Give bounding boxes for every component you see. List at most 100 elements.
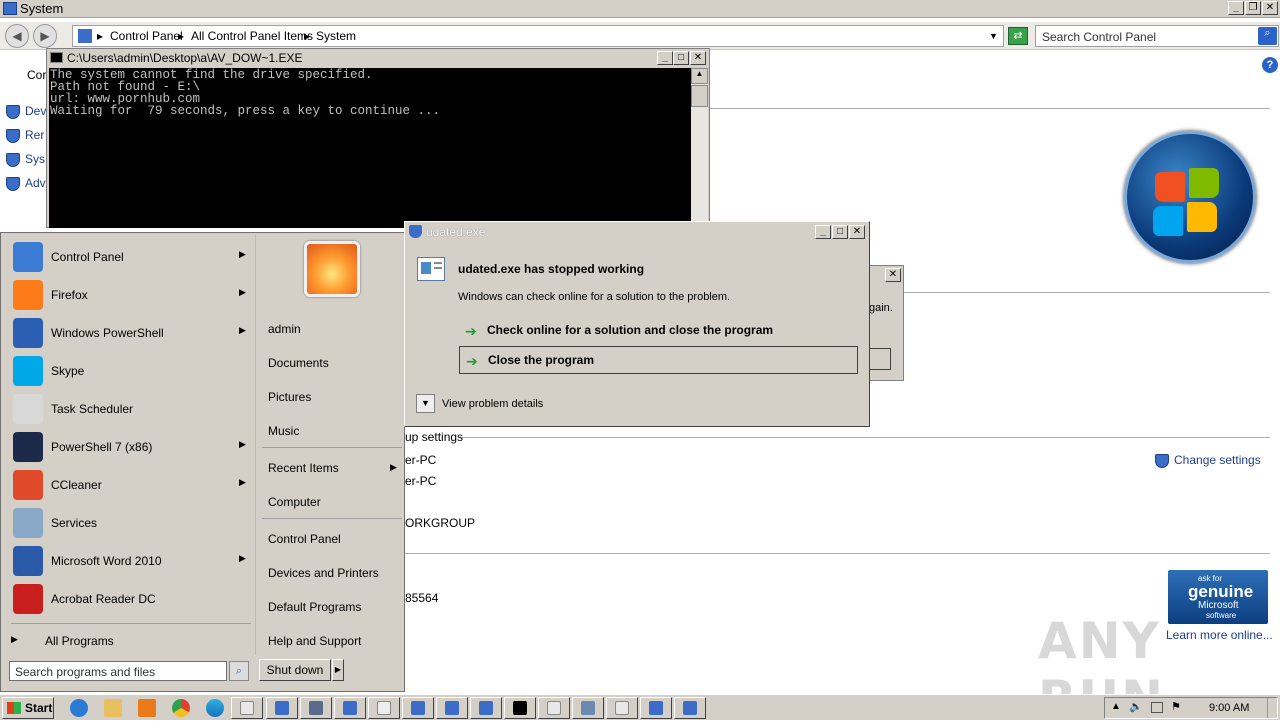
show-desktop-button[interactable] (1267, 698, 1277, 718)
refresh-button[interactable]: ⇄ (1008, 27, 1028, 45)
check-online-button[interactable]: ➔ Check online for a solution and close … (459, 317, 858, 345)
shutdown-button[interactable]: Shut down (259, 659, 331, 681)
taskbar-window-button[interactable] (402, 697, 434, 719)
taskbar-window-button[interactable] (334, 697, 366, 719)
restore-button[interactable]: ❐ (1245, 1, 1261, 15)
taskbar-window-button[interactable] (266, 697, 298, 719)
taskbar-window-button[interactable] (368, 697, 400, 719)
breadcrumb-arrow-icon: ▸ (97, 29, 104, 43)
monitor-icon (581, 701, 595, 715)
help-icon[interactable]: ? (1262, 57, 1278, 73)
maximize-button[interactable]: □ (673, 51, 689, 65)
right-item-help-support[interactable]: Help and Support (268, 634, 361, 648)
close-program-button[interactable]: ➔ Close the program (459, 346, 858, 374)
submenu-arrow-icon: ▶ (239, 553, 246, 563)
taskbar-window-button[interactable] (640, 697, 672, 719)
all-programs-link[interactable]: All Programs (45, 634, 114, 648)
start-program-item[interactable]: PowerShell 7 (x86) ▶ (11, 429, 251, 465)
document-icon (377, 701, 391, 715)
left-link-advanced[interactable]: Adv (6, 176, 46, 191)
expand-details-icon[interactable]: ▼ (416, 394, 435, 413)
taskbar-window-button[interactable] (572, 697, 604, 719)
minimize-button[interactable]: _ (1228, 1, 1244, 15)
action-center-flag-icon[interactable]: ⚑ (1171, 700, 1181, 713)
network-icon[interactable] (1151, 702, 1163, 713)
forward-button[interactable]: ▶ (33, 24, 57, 48)
start-button[interactable]: Start (2, 697, 54, 719)
start-program-item[interactable]: Windows PowerShell ▶ (11, 315, 251, 351)
left-link-remote[interactable]: Rer (6, 128, 44, 143)
start-program-item[interactable]: Microsoft Word 2010 ▶ (11, 543, 251, 579)
address-dropdown-icon[interactable]: ▼ (989, 31, 998, 41)
address-bar[interactable]: ▸ Control Panel ▸ All Control Panel Item… (72, 25, 1004, 47)
taskbar-window-button[interactable] (300, 697, 332, 719)
breadcrumb-system[interactable]: System (316, 29, 356, 43)
clock[interactable]: 9:00 AM (1209, 702, 1249, 714)
scroll-up-icon[interactable]: ▲ (691, 68, 708, 84)
console-output[interactable]: The system cannot find the drive specifi… (49, 68, 691, 228)
shutdown-options-arrow-icon[interactable]: ▶ (332, 659, 344, 681)
error-dialog: udated.exe _ □ ✕ udated.exe has stopped … (404, 221, 870, 427)
taskbar-window-button[interactable] (606, 697, 638, 719)
console-scrollbar[interactable]: ▲ (691, 68, 708, 228)
close-button[interactable]: ✕ (1262, 1, 1278, 15)
right-item-devices-printers[interactable]: Devices and Printers (268, 566, 379, 580)
right-item-documents[interactable]: Documents (268, 356, 329, 370)
breadcrumb-all-items[interactable]: All Control Panel Items (191, 29, 313, 43)
close-button[interactable]: ✕ (690, 51, 706, 65)
start-program-item[interactable]: Skype (11, 353, 251, 389)
start-program-item[interactable]: Task Scheduler (11, 391, 251, 427)
right-item-admin[interactable]: admin (268, 322, 301, 336)
taskbar-window-button[interactable] (231, 697, 263, 719)
search-icon[interactable]: ⌕ (229, 661, 249, 681)
chrome-icon[interactable] (172, 699, 190, 717)
taskbar-window-button[interactable] (674, 697, 706, 719)
workgroup-value: ORKGROUP (405, 516, 476, 530)
media-player-icon[interactable] (138, 699, 156, 717)
minimize-button[interactable]: _ (815, 225, 831, 239)
breadcrumb-control-panel[interactable]: Control Panel (110, 29, 183, 43)
ie-icon[interactable] (70, 699, 88, 717)
left-panel: Cor Dev Rer Sys Adv (0, 51, 48, 251)
maximize-button[interactable]: □ (832, 225, 848, 239)
taskbar-window-button[interactable] (538, 697, 570, 719)
start-program-item[interactable]: CCleaner ▶ (11, 467, 251, 503)
edge-icon[interactable] (206, 699, 224, 717)
show-hidden-icons-icon[interactable]: ▲ (1111, 701, 1121, 712)
right-item-recent-items[interactable]: Recent Items (268, 461, 339, 475)
windows-flag-icon (7, 702, 21, 714)
start-program-item[interactable]: Acrobat Reader DC (11, 581, 251, 617)
right-item-computer[interactable]: Computer (268, 495, 321, 509)
volume-icon[interactable]: 🔈 (1129, 700, 1143, 713)
taskbar-console-button[interactable] (504, 697, 536, 719)
taskbar-window-button[interactable] (436, 697, 468, 719)
background-dialog-button[interactable] (869, 348, 891, 370)
close-button[interactable]: ✕ (885, 268, 901, 282)
left-link-system-protection[interactable]: Sys (6, 152, 45, 167)
shield-icon (6, 128, 20, 143)
search-input[interactable]: Search Control Panel ⌕ (1035, 25, 1279, 47)
divider (405, 553, 1270, 554)
start-program-item[interactable]: Control Panel ▶ (11, 239, 251, 275)
view-problem-details-link[interactable]: View problem details (442, 398, 543, 410)
start-search-input[interactable]: Search programs and files (9, 661, 227, 681)
background-dialog: ✕ gain. (868, 265, 904, 381)
left-panel-header[interactable]: Cor (27, 68, 46, 82)
close-button[interactable]: ✕ (849, 225, 865, 239)
right-item-music[interactable]: Music (268, 424, 299, 438)
start-program-item[interactable]: Firefox ▶ (11, 277, 251, 313)
back-button[interactable]: ◀ (5, 24, 29, 48)
taskbar-window-button[interactable] (470, 697, 502, 719)
minimize-button[interactable]: _ (657, 51, 673, 65)
explorer-icon[interactable] (104, 699, 122, 717)
right-item-control-panel[interactable]: Control Panel (268, 532, 341, 546)
user-picture[interactable] (304, 241, 360, 297)
search-icon[interactable]: ⌕ (1258, 27, 1277, 45)
start-program-item[interactable]: Services (11, 505, 251, 541)
right-item-default-programs[interactable]: Default Programs (268, 600, 361, 614)
right-item-pictures[interactable]: Pictures (268, 390, 311, 404)
left-link-device-manager[interactable]: Dev (6, 104, 46, 119)
divider (904, 292, 1270, 293)
scroll-thumb[interactable] (691, 85, 708, 107)
change-settings-link[interactable]: Change settings (1155, 453, 1261, 468)
